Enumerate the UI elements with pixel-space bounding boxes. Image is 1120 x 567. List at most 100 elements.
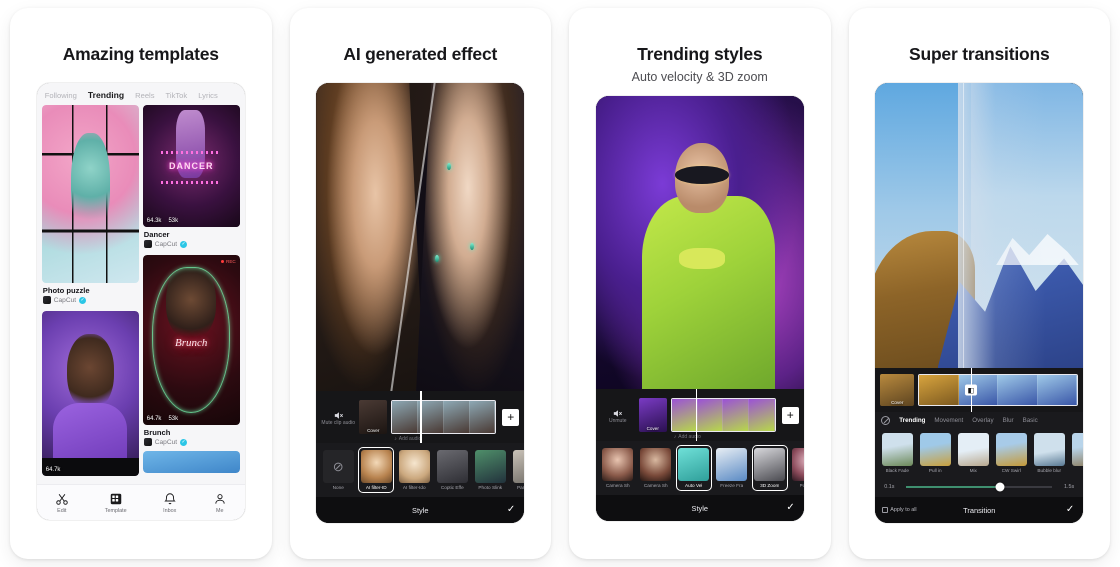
- add-clip-button[interactable]: +: [781, 406, 799, 424]
- template-stats: 64.7k 53k: [147, 416, 178, 422]
- tab-overlay[interactable]: Overlay: [972, 417, 993, 424]
- tab-tiktok[interactable]: TikTok: [166, 91, 188, 100]
- style-item[interactable]: Camera Sh: [639, 448, 673, 488]
- clip-timeline[interactable]: Mute clip audio Cover + ♪ Add audio: [316, 391, 525, 443]
- nav-item-template[interactable]: Template: [105, 492, 127, 514]
- style-item-selected[interactable]: Auto Vel: [675, 445, 712, 491]
- preview-original-half: [316, 83, 425, 391]
- slider-knob[interactable]: [995, 482, 1005, 492]
- card-header: AI generated effect: [290, 8, 552, 65]
- template-name: Photo puzzle: [42, 286, 90, 295]
- apply-to-all-toggle[interactable]: Apply to all: [882, 507, 917, 513]
- verified-badge-icon: ✓: [79, 296, 87, 304]
- unmute-button[interactable]: Unmute: [601, 406, 635, 425]
- none-circle-icon: ⊘: [322, 450, 354, 483]
- transition-item[interactable]: Pull: [1070, 433, 1084, 473]
- preview-ai-half: [416, 83, 525, 391]
- template-card-brunch[interactable]: Brunch REC 64.7k 53k Brunch CapCut ✓: [142, 255, 240, 473]
- check-icon[interactable]: ✓: [507, 505, 515, 515]
- transition-item[interactable]: Mix: [956, 433, 990, 473]
- tab-trending[interactable]: Trending: [88, 90, 124, 100]
- nav-item-edit[interactable]: Edit: [55, 492, 69, 514]
- effect-thumbnail: [512, 450, 525, 483]
- likes-count: 53k: [168, 416, 179, 422]
- effect-item[interactable]: Photo Slink: [473, 450, 507, 490]
- transition-thumbnail: [1071, 433, 1084, 466]
- video-preview[interactable]: [595, 96, 804, 389]
- card-header: Amazing templates: [10, 8, 272, 65]
- playhead[interactable]: [420, 391, 422, 443]
- nav-item-inbox[interactable]: Inbox: [163, 492, 177, 514]
- style-item[interactable]: Camera Sh: [601, 448, 635, 488]
- effect-rail[interactable]: ⊘ None AI filter-ID AI filter-Ido Coptic…: [316, 443, 525, 497]
- template-thumbnail: Brunch REC 64.7k 53k: [142, 255, 240, 425]
- clip-timeline[interactable]: Cover ◧: [875, 368, 1084, 412]
- style-item[interactable]: Pose Fr: [791, 448, 804, 488]
- transition-item[interactable]: CW Swirl: [994, 433, 1028, 473]
- mute-clip-audio-button[interactable]: Mute clip audio: [321, 408, 355, 427]
- clip-timeline[interactable]: Unmute Cover + ♪ Add audio: [595, 389, 804, 441]
- cover-thumbnail[interactable]: Cover: [638, 398, 667, 432]
- tab-trending[interactable]: Trending: [899, 417, 925, 424]
- playhead[interactable]: [695, 389, 698, 441]
- nav-item-me[interactable]: Me: [213, 492, 227, 514]
- duration-slider-row[interactable]: 0.1s 1.5s: [875, 477, 1084, 497]
- scissors-icon: [55, 492, 69, 506]
- check-icon[interactable]: ✓: [786, 503, 794, 513]
- transition-label: CW Swirl: [1001, 468, 1021, 473]
- timeline-frames[interactable]: [918, 374, 1079, 406]
- timeline-frames[interactable]: [391, 400, 497, 434]
- tab-reels[interactable]: Reels: [135, 91, 154, 100]
- add-audio-label: Add audio: [678, 434, 701, 440]
- avatar: [143, 240, 152, 248]
- avatar: [42, 296, 51, 304]
- effect-item-none[interactable]: ⊘ None: [321, 450, 355, 490]
- author-name: CapCut: [53, 296, 77, 304]
- template-card-portrait[interactable]: 64.7k: [41, 311, 139, 476]
- tab-movement[interactable]: Movement: [934, 417, 963, 424]
- template-card-photo-puzzle[interactable]: Photo puzzle CapCut ✓: [41, 105, 139, 307]
- tab-basic[interactable]: Basic: [1023, 417, 1038, 424]
- transition-item[interactable]: Pull in: [918, 433, 952, 473]
- duration-slider-track[interactable]: [906, 482, 1053, 492]
- style-thumbnail: [716, 448, 748, 481]
- cover-thumbnail[interactable]: Cover: [880, 374, 915, 406]
- effect-item[interactable]: Particles P: [511, 450, 525, 490]
- effect-item[interactable]: Coptic Effe: [435, 450, 469, 490]
- page-subtitle: Auto velocity & 3D zoom: [631, 70, 768, 84]
- video-preview[interactable]: [875, 83, 1084, 368]
- effect-item[interactable]: AI filter-Ido: [397, 450, 431, 490]
- likes-count: 53k: [168, 218, 179, 224]
- editor-bottom-bar: Style ✓: [316, 497, 525, 523]
- page-title: Super transitions: [908, 44, 1050, 64]
- style-rail[interactable]: Camera Sh Camera Sh Auto Vel Freeze Fra: [595, 441, 804, 495]
- none-circle-icon[interactable]: [881, 416, 891, 425]
- template-card-next[interactable]: [142, 451, 240, 473]
- transition-item[interactable]: Bubble blur: [1032, 433, 1066, 473]
- tab-lyrics[interactable]: Lyrics: [198, 91, 218, 100]
- verified-badge-icon: ✓: [180, 240, 188, 248]
- transition-rail[interactable]: Black Fade Pull in Mix CW Swirl Bubble b…: [875, 429, 1084, 477]
- style-item-3d-zoom[interactable]: 3D Zoom: [751, 445, 788, 491]
- author-name: CapCut: [154, 438, 178, 446]
- video-preview[interactable]: [316, 83, 525, 391]
- template-card-dancer[interactable]: DANCER 64.3k 53k Dancer CapCut ✓: [142, 105, 240, 251]
- add-clip-button[interactable]: +: [502, 408, 520, 426]
- sunglasses-decoration: [674, 166, 729, 184]
- timeline-frames[interactable]: [670, 398, 776, 432]
- effect-label: Coptic Effe: [440, 485, 464, 490]
- add-audio-button[interactable]: ♪ Add audio: [394, 436, 421, 442]
- transition-item[interactable]: Black Fade: [880, 433, 914, 473]
- slider-fill: [906, 486, 1000, 488]
- tab-blur[interactable]: Blur: [1003, 417, 1014, 424]
- effect-item-selected[interactable]: AI filter-ID: [358, 447, 395, 493]
- apply-to-all-label: Apply to all: [890, 507, 917, 513]
- slider-max-label: 1.5s: [1064, 484, 1075, 490]
- template-stats: 64.7k: [46, 467, 61, 473]
- transition-badge-button[interactable]: ◧: [964, 384, 977, 396]
- tab-following[interactable]: Following: [45, 91, 77, 100]
- slider-min-label: 0.1s: [884, 484, 895, 490]
- cover-thumbnail[interactable]: Cover: [359, 400, 388, 434]
- style-item[interactable]: Freeze Fra: [715, 448, 749, 488]
- check-icon[interactable]: ✓: [1066, 505, 1074, 515]
